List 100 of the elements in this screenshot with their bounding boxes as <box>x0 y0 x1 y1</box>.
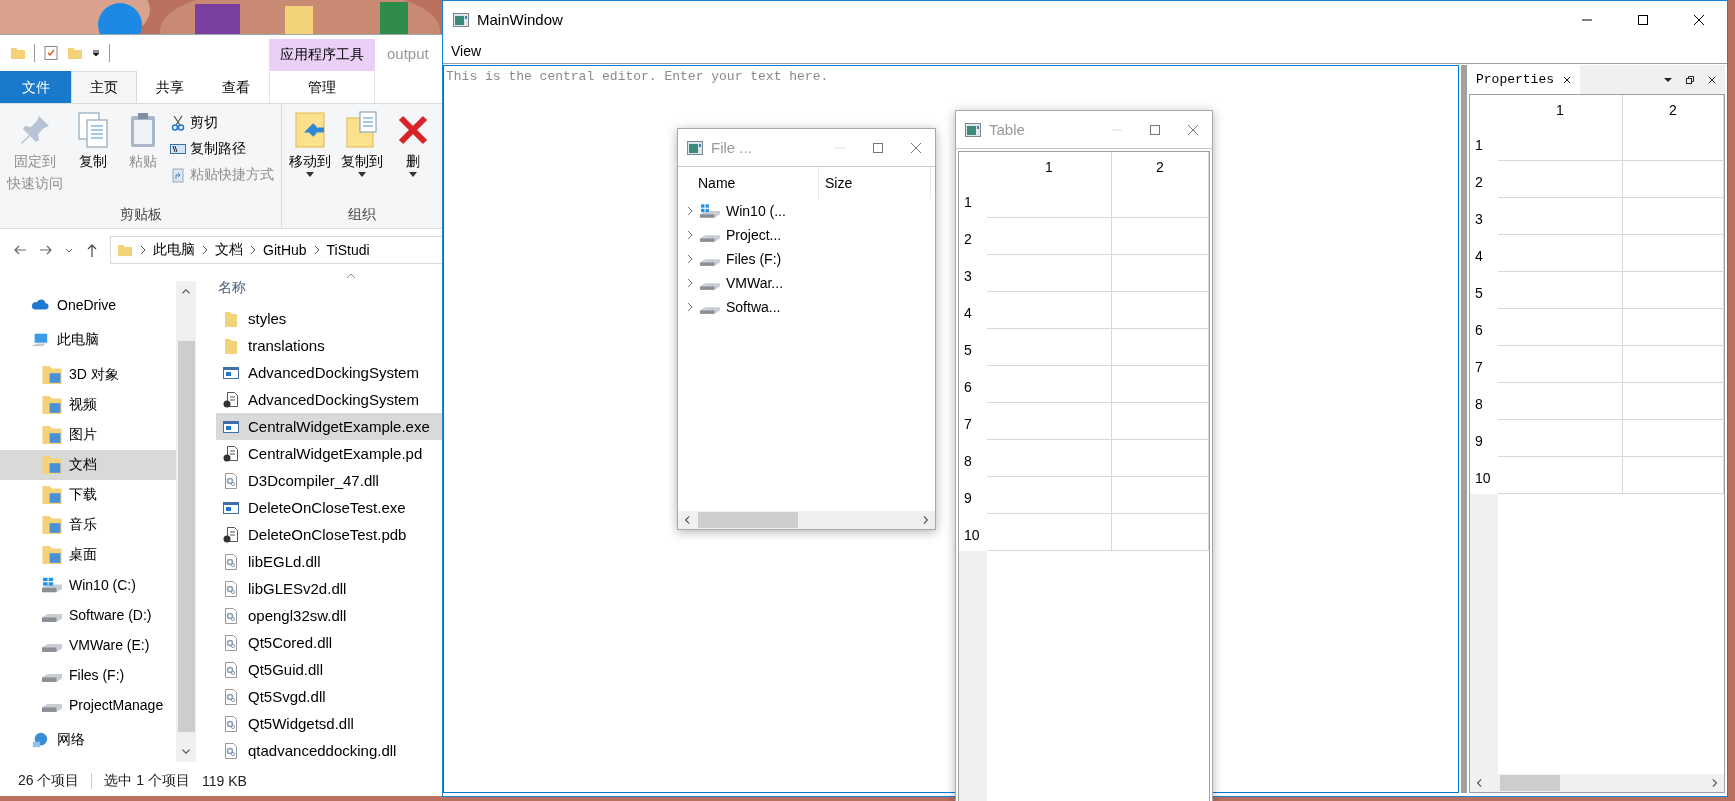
file-row[interactable]: Qt5Guid.dll <box>216 656 442 683</box>
table-cell[interactable] <box>1623 124 1724 161</box>
column-header[interactable]: 名称 <box>216 279 246 297</box>
table-cell[interactable] <box>1623 457 1724 494</box>
row-header[interactable]: 8 <box>1470 383 1498 420</box>
nav-item[interactable]: 音乐 <box>0 510 176 540</box>
table-cell[interactable] <box>1112 255 1209 292</box>
row-header[interactable]: 9 <box>959 477 987 514</box>
nav-item[interactable]: 视频 <box>0 390 176 420</box>
row-header[interactable]: 4 <box>1470 235 1498 272</box>
table-cell[interactable] <box>1498 420 1623 457</box>
nav-item[interactable]: 网络 <box>0 725 176 755</box>
column-header[interactable]: Size <box>819 167 931 199</box>
file-row[interactable]: Qt5Svgd.dll <box>216 683 442 710</box>
nav-item[interactable]: Win10 (C:) <box>0 570 176 600</box>
table-cell[interactable] <box>987 255 1112 292</box>
ribbon-button[interactable]: 删 <box>390 110 436 206</box>
column-header[interactable]: 2 <box>1623 95 1724 124</box>
file-row[interactable]: AdvancedDockingSystem <box>216 386 442 413</box>
table-cell[interactable] <box>1498 457 1623 494</box>
table-cell[interactable] <box>987 329 1112 366</box>
file-row[interactable]: translations <box>216 332 442 359</box>
table-cell[interactable] <box>1112 218 1209 255</box>
breadcrumb[interactable]: 此电脑 <box>153 241 195 259</box>
table-cell[interactable] <box>987 477 1112 514</box>
column-header[interactable]: 1 <box>1498 95 1623 124</box>
menu-item[interactable]: View <box>443 42 492 59</box>
ribbon-tab[interactable]: 主页 <box>71 71 137 103</box>
properties-icon[interactable] <box>43 45 59 61</box>
table-cell[interactable] <box>1112 477 1209 514</box>
nav-item[interactable]: 图片 <box>0 420 176 450</box>
breadcrumb[interactable]: GitHub <box>263 242 307 258</box>
table-cell[interactable] <box>987 292 1112 329</box>
file-row[interactable]: Qt5Cored.dll <box>216 629 442 656</box>
file-row[interactable]: libGLESv2d.dll <box>216 575 442 602</box>
row-header[interactable]: 3 <box>1470 198 1498 235</box>
chevron-icon[interactable] <box>686 254 694 264</box>
file-row[interactable]: qtadvanceddocking.dll <box>216 737 442 764</box>
nav-item[interactable]: VMWare (E:) <box>0 630 176 660</box>
file-row[interactable]: libEGLd.dll <box>216 548 442 575</box>
tree-item[interactable]: VMWar... <box>678 271 935 295</box>
nav-item[interactable]: Files (F:) <box>0 660 176 690</box>
dropdown-icon[interactable] <box>91 48 101 58</box>
table-cell[interactable] <box>1112 403 1209 440</box>
table-cell[interactable] <box>1112 440 1209 477</box>
table-cell[interactable] <box>987 514 1112 551</box>
nav-item[interactable]: 下载 <box>0 480 176 510</box>
nav-item[interactable]: 文档 <box>0 450 176 480</box>
folder-icon[interactable] <box>10 45 26 61</box>
nav-item[interactable]: 此电脑 <box>0 325 176 355</box>
row-header[interactable]: 1 <box>1470 124 1498 161</box>
table-cell[interactable] <box>1498 309 1623 346</box>
nav-item[interactable]: 桌面 <box>0 540 176 570</box>
chevron-icon[interactable] <box>686 206 694 216</box>
table-cell[interactable] <box>1498 346 1623 383</box>
file-row[interactable]: styles <box>216 305 442 332</box>
row-header[interactable]: 6 <box>1470 309 1498 346</box>
nav-item[interactable]: ProjectManage <box>0 690 176 720</box>
row-header[interactable]: 10 <box>1470 457 1498 494</box>
ribbon-button[interactable]: 移动到 <box>286 110 334 206</box>
table-cell[interactable] <box>1498 272 1623 309</box>
table-cell[interactable] <box>1623 198 1724 235</box>
row-header[interactable]: 5 <box>1470 272 1498 309</box>
row-header[interactable]: 7 <box>959 403 987 440</box>
table-cell[interactable] <box>987 181 1112 218</box>
table-cell[interactable] <box>1498 198 1623 235</box>
close-icon[interactable] <box>1693 13 1705 26</box>
column-header[interactable]: 2 <box>1112 152 1209 181</box>
nav-item[interactable]: Software (D:) <box>0 600 176 630</box>
nav-item[interactable]: 3D 对象 <box>0 360 176 390</box>
table-cell[interactable] <box>1623 272 1724 309</box>
row-header[interactable]: 7 <box>1470 346 1498 383</box>
row-header[interactable]: 2 <box>959 218 987 255</box>
row-header[interactable]: 3 <box>959 255 987 292</box>
breadcrumb[interactable]: 文档 <box>215 241 243 259</box>
table-cell[interactable] <box>1498 383 1623 420</box>
file-row[interactable]: AdvancedDockingSystem <box>216 359 442 386</box>
table-cell[interactable] <box>1112 366 1209 403</box>
table-cell[interactable] <box>1623 309 1724 346</box>
float-icon[interactable] <box>1685 74 1695 85</box>
ribbon-button[interactable]: 复制路径 <box>170 138 274 160</box>
column-header[interactable]: 1 <box>987 152 1112 181</box>
table-cell[interactable] <box>1623 346 1724 383</box>
tree-item[interactable]: Files (F:) <box>678 247 935 271</box>
chevron-icon[interactable] <box>686 278 694 288</box>
tree-item[interactable]: Win10 (... <box>678 199 935 223</box>
row-header[interactable]: 10 <box>959 514 987 551</box>
column-header[interactable]: Name <box>678 167 819 199</box>
row-header[interactable]: 9 <box>1470 420 1498 457</box>
row-header[interactable]: 4 <box>959 292 987 329</box>
file-row[interactable]: CentralWidgetExample.exe <box>216 413 442 440</box>
table-cell[interactable] <box>987 403 1112 440</box>
file-row[interactable]: DeleteOnCloseTest.exe <box>216 494 442 521</box>
row-header[interactable]: 2 <box>1470 161 1498 198</box>
table-cell[interactable] <box>1623 161 1724 198</box>
table-cell[interactable] <box>1623 420 1724 457</box>
table-cell[interactable] <box>1112 329 1209 366</box>
ribbon-tab[interactable]: 共享 <box>137 71 203 103</box>
ribbon-button[interactable]: 剪切 <box>170 112 274 134</box>
scrollbar[interactable] <box>1470 774 1724 792</box>
